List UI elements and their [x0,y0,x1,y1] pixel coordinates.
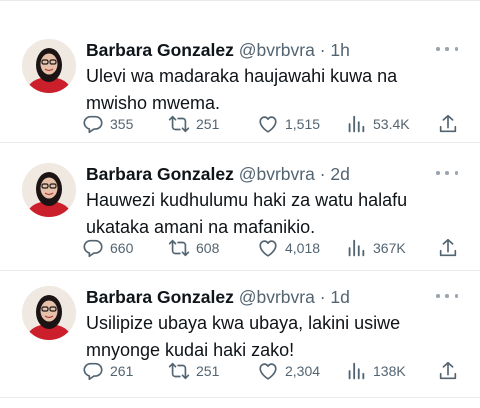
retweet-icon [168,362,190,380]
retweet-button[interactable]: 251 [168,360,219,382]
reply-count: 261 [110,363,134,379]
retweet-icon [168,239,190,257]
more-icon[interactable] [436,40,458,58]
heart-icon [259,363,277,380]
reply-icon [83,362,103,381]
share-icon [439,361,457,380]
views-button[interactable]: 138K [345,360,406,382]
reply-button[interactable]: 261 [82,360,133,382]
avatar[interactable] [22,39,76,93]
tweet-header: Barbara Gonzalez @bvrbvra · 2d [86,162,350,186]
timestamp[interactable]: 1d [330,287,349,307]
author-handle[interactable]: @bvrbvra [239,287,315,307]
views-count: 367K [373,240,406,256]
like-count: 2,304 [285,363,321,379]
retweet-button[interactable]: 608 [168,237,219,259]
tweet-header: Barbara Gonzalez @bvrbvra · 1h [86,38,350,62]
retweet-count: 608 [196,240,220,256]
action-bar: 261 251 2,304 138K [82,360,462,382]
tweet-text: Usilipize ubaya kwa ubaya, lakini usiwe … [86,313,401,360]
author-name[interactable]: Barbara Gonzalez [86,287,234,307]
like-button[interactable]: 4,018 [257,237,320,259]
views-icon [348,115,365,133]
separator-dot: · [319,164,326,184]
like-button[interactable]: 1,515 [257,113,320,135]
reply-icon [83,115,103,134]
tweet[interactable]: Barbara Gonzalez @bvrbvra · 2d Hauwezi k… [0,142,480,264]
separator-dot: · [319,287,326,307]
reply-count: 355 [110,116,134,132]
views-button[interactable]: 53.4K [345,113,410,135]
more-icon[interactable] [436,287,458,305]
author-name[interactable]: Barbara Gonzalez [86,40,234,60]
heart-icon [259,240,277,257]
reply-button[interactable]: 660 [82,237,133,259]
avatar[interactable] [22,286,76,340]
tweet-feed: Barbara Gonzalez @bvrbvra · 1h Ulevi wa … [0,0,480,408]
like-count: 1,515 [285,116,321,132]
tweet-text: Hauwezi kudhulumu haki za watu halafu uk… [86,190,408,237]
retweet-button[interactable]: 251 [168,113,219,135]
author-name[interactable]: Barbara Gonzalez [86,164,234,184]
tweet[interactable]: Barbara Gonzalez @bvrbvra · 1h Ulevi wa … [0,18,480,140]
tweet[interactable]: Barbara Gonzalez @bvrbvra · 1d Usilipize… [0,265,480,387]
author-handle[interactable]: @bvrbvra [239,164,315,184]
retweet-count: 251 [196,363,220,379]
timestamp[interactable]: 2d [330,164,349,184]
share-button[interactable] [437,360,459,382]
avatar[interactable] [22,163,76,217]
like-button[interactable]: 2,304 [257,360,320,382]
retweet-count: 251 [196,116,220,132]
tweet-header: Barbara Gonzalez @bvrbvra · 1d [86,285,350,309]
separator-dot: · [319,40,326,60]
timestamp[interactable]: 1h [330,40,349,60]
heart-icon [259,116,277,133]
share-button[interactable] [437,113,459,135]
divider [0,397,480,398]
share-icon [439,238,457,257]
like-count: 4,018 [285,240,321,256]
views-icon [348,239,365,257]
views-count: 138K [373,363,406,379]
reply-button[interactable]: 355 [82,113,133,135]
tweet-text: Ulevi wa madaraka haujawahi kuwa na mwis… [86,66,398,113]
reply-count: 660 [110,240,134,256]
share-icon [439,114,457,133]
author-handle[interactable]: @bvrbvra [239,40,315,60]
reply-icon [83,239,103,258]
views-button[interactable]: 367K [345,237,406,259]
views-icon [348,362,365,380]
views-count: 53.4K [373,116,410,132]
share-button[interactable] [437,237,459,259]
divider [0,0,480,1]
action-bar: 660 608 4,018 367K [82,237,462,259]
retweet-icon [168,115,190,133]
more-icon[interactable] [436,164,458,182]
action-bar: 355 251 1,515 53.4K [82,113,462,135]
